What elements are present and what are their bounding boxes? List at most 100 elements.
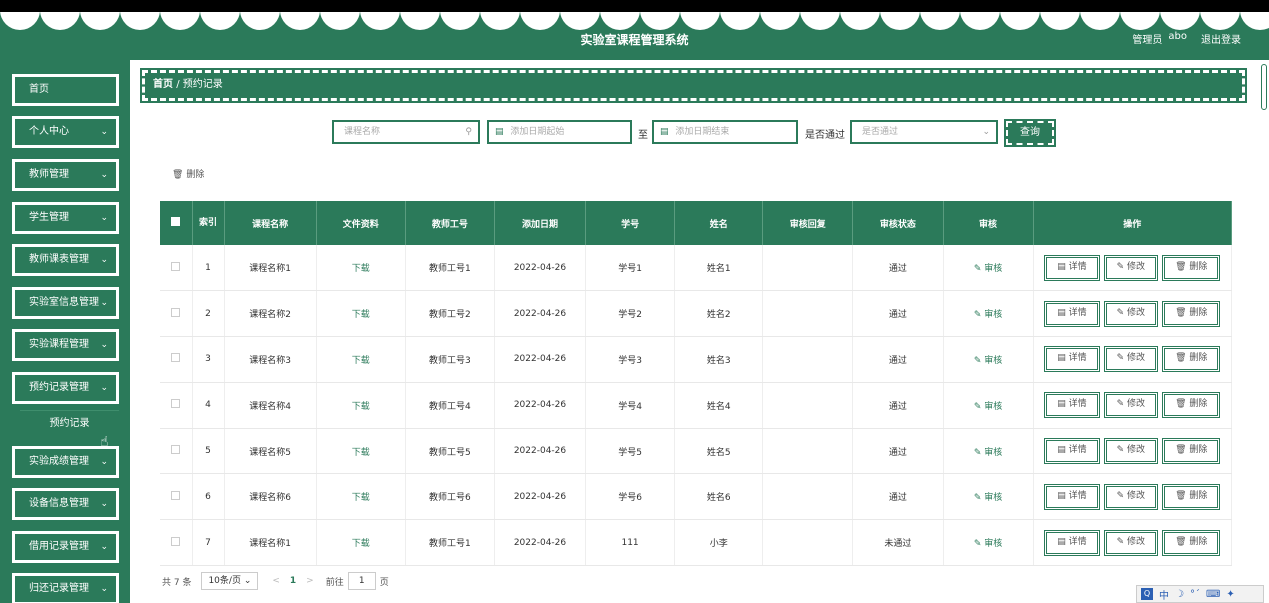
row-checkbox[interactable]	[171, 536, 181, 546]
edit-pen-icon: ✎	[1116, 536, 1128, 547]
download-link[interactable]: 下载	[352, 310, 370, 320]
detail-button[interactable]: ▤ 详情	[1044, 529, 1100, 556]
edit-pen-icon: ✎	[1116, 399, 1128, 410]
cell-course: 课程名称1	[224, 519, 317, 567]
detail-button[interactable]: ▤ 详情	[1044, 438, 1100, 465]
edit-button[interactable]: ✎ 修改	[1103, 300, 1159, 327]
edit-button[interactable]: ✎ 修改	[1103, 483, 1159, 510]
row-checkbox[interactable]	[171, 445, 181, 455]
username: abo	[1168, 31, 1187, 42]
page-size-select[interactable]: 10条/页 ⌄	[201, 572, 259, 590]
file-cell: 下载	[316, 473, 406, 521]
scrollbar[interactable]	[1261, 64, 1267, 110]
ime-toolbar[interactable]: Q 中 ☽ °´ ⌨ ✦	[1136, 585, 1264, 603]
sidebar-item[interactable]: 借用记录管理 ⌄	[11, 530, 120, 564]
prev-page-button[interactable]: <	[272, 576, 280, 586]
scallop-decoration	[1200, 12, 1240, 30]
sidebar-item[interactable]: 教师课表管理 ⌄	[11, 243, 120, 277]
row-checkbox[interactable]	[171, 307, 181, 317]
date-start-input[interactable]: ▤ 添加日期起始	[487, 120, 632, 144]
delete-button[interactable]: 🗑 删除	[1162, 392, 1221, 419]
sidebar-item[interactable]: 教师管理 ⌄	[11, 158, 120, 192]
sidebar-item[interactable]: 实验成绩管理 ⌄	[11, 445, 120, 479]
download-link[interactable]: 下载	[352, 402, 370, 412]
sidebar-item[interactable]: 个人中心 ⌄	[11, 115, 120, 149]
cell-student-id: 学号1	[585, 245, 676, 292]
edit-button[interactable]: ✎ 修改	[1103, 346, 1159, 373]
trash-icon: 🗑	[1175, 445, 1190, 456]
cell-name: 姓名2	[674, 290, 764, 338]
delete-button[interactable]: 🗑 删除	[1162, 438, 1221, 465]
row-checkbox[interactable]	[171, 353, 181, 363]
audit-link[interactable]: ✎ 审核	[974, 539, 1002, 549]
date-end-input[interactable]: ▤ 添加日期结束	[652, 120, 798, 144]
select-all-checkbox[interactable]	[171, 217, 181, 226]
chevron-down-icon: ⌄	[100, 584, 108, 594]
column-header: 索引	[192, 201, 225, 245]
sidebar-item[interactable]: 实验课程管理 ⌄	[11, 328, 120, 362]
sidebar-item[interactable]: 设备信息管理 ⌄	[11, 487, 120, 521]
delete-button[interactable]: 🗑 删除	[1162, 529, 1221, 556]
cell-course: 课程名称4	[224, 382, 317, 429]
scallop-decoration	[520, 12, 560, 30]
audit-cell: ✎ 审核	[943, 519, 1034, 567]
audit-link[interactable]: ✎ 审核	[974, 402, 1002, 412]
edit-button[interactable]: ✎ 修改	[1103, 254, 1159, 281]
edit-button[interactable]: ✎ 修改	[1103, 392, 1159, 419]
course-name-input[interactable]: 课程名称 ⚲	[332, 120, 480, 144]
sidebar-subitem-booking-records[interactable]: 预约记录	[20, 410, 119, 436]
sidebar: 首页 个人中心 ⌄ 教师管理 ⌄ 学生管理 ⌄ 教师课表管理 ⌄ 实验室信息管理 ⌄ 实验课程管理 ⌄ 预…	[0, 60, 130, 603]
download-link[interactable]: 下载	[352, 264, 370, 274]
audit-link[interactable]: ✎ 审核	[974, 493, 1002, 503]
approved-select[interactable]: 是否通过 ⌄	[850, 120, 998, 144]
edit-button[interactable]: ✎ 修改	[1103, 438, 1159, 465]
download-link[interactable]: 下载	[352, 356, 370, 366]
audit-label: 审核	[984, 401, 1003, 412]
detail-button[interactable]: ▤ 详情	[1044, 300, 1100, 327]
detail-button-label: 详情	[1068, 399, 1087, 410]
sidebar-item[interactable]: 归还记录管理 ⌄	[11, 572, 120, 603]
mouse-cursor-icon: ☝	[100, 434, 109, 450]
audit-link[interactable]: ✎ 审核	[974, 264, 1002, 274]
row-checkbox[interactable]	[171, 261, 181, 271]
detail-button[interactable]: ▤ 详情	[1044, 483, 1100, 510]
breadcrumb-home[interactable]: 首页	[153, 79, 173, 90]
page-unit-label: 页	[379, 577, 389, 588]
sidebar-item[interactable]: 学生管理 ⌄	[11, 201, 120, 235]
goto-page-input[interactable]: 1	[347, 572, 376, 590]
chevron-down-icon: ⌄	[982, 127, 990, 137]
logout-link[interactable]: 退出登录	[1201, 31, 1241, 46]
current-page-number[interactable]: 1	[290, 576, 296, 586]
detail-button[interactable]: ▤ 详情	[1044, 392, 1100, 419]
delete-button[interactable]: 🗑 删除	[1162, 300, 1221, 327]
delete-button[interactable]: 🗑 删除	[1162, 483, 1221, 510]
sidebar-item[interactable]: 预约记录管理 ⌄	[11, 371, 120, 405]
sidebar-item-label: 设备信息管理	[29, 498, 89, 509]
batch-delete-button[interactable]: 🗑 删除	[172, 167, 204, 180]
audit-link[interactable]: ✎ 审核	[974, 310, 1002, 320]
row-checkbox[interactable]	[171, 490, 181, 500]
row-checkbox[interactable]	[171, 399, 181, 409]
sidebar-item-label: 实验课程管理	[29, 339, 89, 350]
audit-link[interactable]: ✎ 审核	[974, 356, 1002, 366]
cell-teacher-id: 教师工号6	[405, 473, 495, 521]
detail-button[interactable]: ▤ 详情	[1044, 346, 1100, 373]
cell-status: 通过	[852, 245, 944, 292]
sidebar-item[interactable]: 首页	[11, 73, 120, 107]
delete-button[interactable]: 🗑 删除	[1162, 346, 1221, 373]
download-link[interactable]: 下载	[352, 493, 370, 503]
cell-date: 2022-04-26	[494, 473, 587, 521]
delete-button[interactable]: 🗑 删除	[1162, 254, 1221, 281]
row-checkbox-cell	[160, 382, 193, 429]
scallop-decoration	[40, 12, 80, 30]
next-page-button[interactable]: >	[306, 576, 314, 586]
cell-date: 2022-04-26	[494, 245, 587, 292]
detail-button[interactable]: ▤ 详情	[1044, 254, 1100, 281]
audit-link[interactable]: ✎ 审核	[974, 448, 1002, 458]
download-link[interactable]: 下载	[352, 539, 370, 549]
sidebar-item[interactable]: 实验室信息管理 ⌄	[11, 286, 120, 320]
download-link[interactable]: 下载	[352, 448, 370, 458]
query-button[interactable]: 查询	[1004, 119, 1056, 147]
edit-button[interactable]: ✎ 修改	[1103, 529, 1159, 556]
actions-cell: ▤ 详情 ✎ 修改 🗑 删除	[1033, 382, 1233, 429]
